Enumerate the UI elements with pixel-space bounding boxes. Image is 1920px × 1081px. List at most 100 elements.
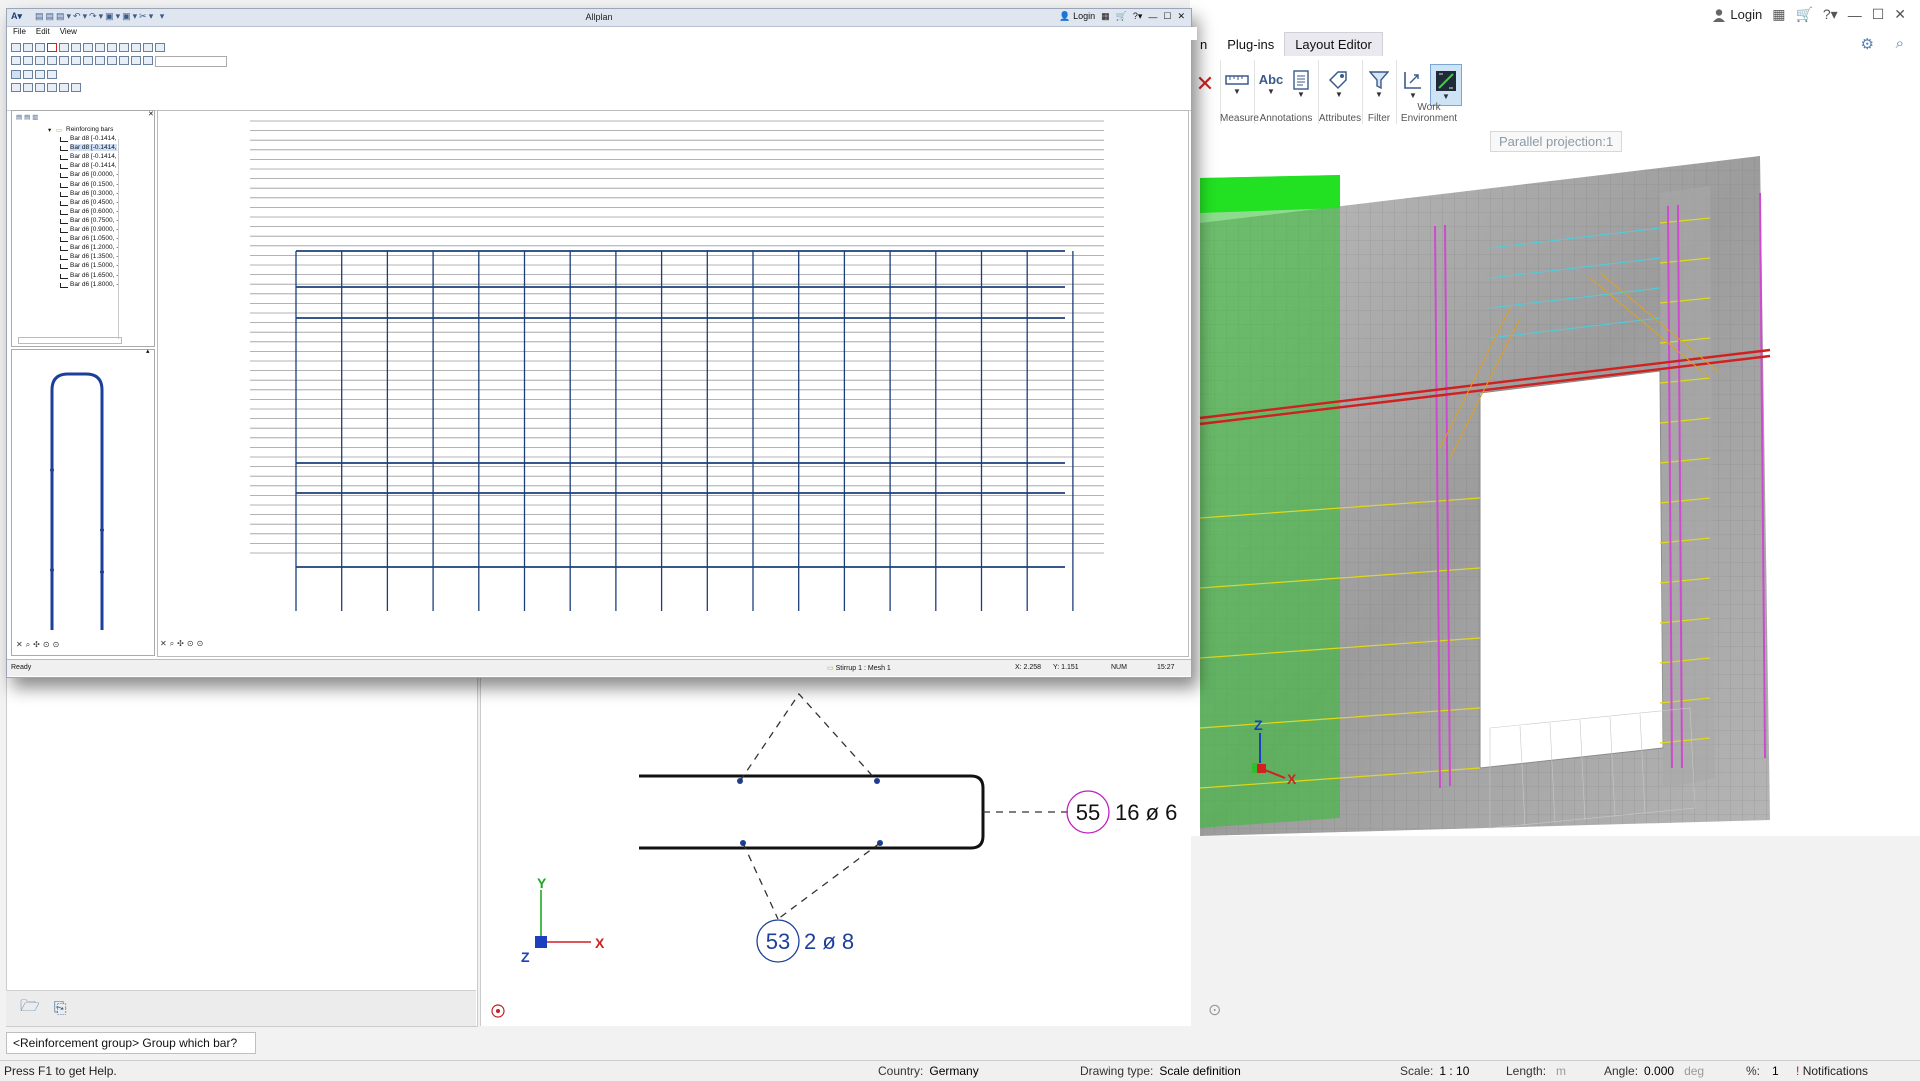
grid-menu-icon[interactable]: ▦ [1772,6,1785,23]
floating-window-titlebar[interactable]: A▾ ▤▤▤▾↶▾↷▾▣▾▣▾✂▾ ▾ Allplan 👤 Login ▦ 🛒 … [7,9,1191,27]
toolbar-button[interactable] [23,43,33,52]
tree-item-bar[interactable]: Bar d6 [0.3000, - [70,190,118,197]
toolbar-button[interactable] [23,56,33,65]
angle-value[interactable]: 0.000 [1644,1064,1674,1078]
toolbar-button[interactable] [143,56,153,65]
filter-icon[interactable]: ▼ [1364,64,1394,104]
export-icon[interactable]: ⎘ [54,1000,67,1018]
minimize-icon[interactable]: — [1148,12,1157,22]
tree-item-bar[interactable]: Bar d6 [1.8000, - [70,281,118,288]
tree-item-bar[interactable]: Bar d6 [0.4500, - [70,199,118,206]
toolbar-button[interactable] [59,43,69,52]
close-icon[interactable]: ✕ [1894,6,1906,23]
help-icon[interactable]: ?▾ [1133,11,1143,22]
toolbar-combo[interactable] [155,56,227,67]
toolbar-button[interactable] [71,83,81,92]
tree-item-bar[interactable]: Bar d6 [0.0000, - [70,171,118,178]
login-button[interactable]: 👤 Login [1059,11,1095,22]
expand-toggle-icon[interactable]: ▾ [48,126,51,134]
toolbar-button[interactable] [119,43,129,52]
delete-x-icon[interactable]: ✕ [1190,64,1220,104]
toolbar-button[interactable] [47,56,57,65]
open-folder-icon[interactable]: 🗁 [20,995,40,1022]
toolbar-button[interactable] [131,56,141,65]
maximize-icon[interactable]: ☐ [1163,11,1171,22]
toolbar-button[interactable] [35,56,45,65]
toolbar-button[interactable] [23,83,33,92]
toolbar-button[interactable] [59,83,69,92]
percent-value[interactable]: 1 [1772,1064,1779,1078]
toolbar-button[interactable] [11,56,21,65]
canvas-view-controls[interactable]: ✕⌕✣⊙⊙ [160,639,206,649]
viewport-navigation-icon[interactable]: ⊙ [1208,1000,1221,1020]
toolbar-button[interactable] [59,56,69,65]
help-icon[interactable]: ?▾ [1823,6,1838,23]
login-button[interactable]: Login [1712,7,1762,22]
tab-layout-editor[interactable]: Layout Editor [1284,32,1383,56]
toolbar-button[interactable] [11,70,21,79]
tab-plug-ins[interactable]: Plug-ins [1217,33,1284,56]
close-icon[interactable]: ✕ [148,111,154,118]
cart-icon[interactable]: 🛒 [1795,6,1812,23]
notifications-button[interactable]: ! Notifications [1796,1064,1868,1078]
toolbar-button[interactable] [71,43,81,52]
mesh-drawing-canvas[interactable]: ✕⌕✣⊙⊙ [157,110,1189,657]
attributes-icon[interactable]: ▼ [1324,64,1354,104]
maximize-icon[interactable]: ☐ [1872,6,1885,23]
close-icon[interactable]: ✕ [1177,11,1185,22]
menu-file[interactable]: File [13,27,26,40]
snap-icon[interactable]: ▼ [1430,64,1462,106]
toolbar-button[interactable] [35,83,45,92]
toolbar-button[interactable] [107,56,117,65]
ruler-icon[interactable]: ▼ [1222,64,1252,104]
cart-icon[interactable]: 🛒 [1116,11,1127,22]
tree-item-bar[interactable]: Bar d6 [0.1500, - [70,181,118,188]
tree-item-bar[interactable]: Bar d6 [0.7500, - [70,217,118,224]
toolbar-button[interactable] [143,43,153,52]
tree-horizontal-scrollbar[interactable] [18,337,122,344]
tree-item-bar[interactable]: Bar d6 [1.6500, - [70,272,118,279]
toolbar-button[interactable] [47,83,57,92]
settings-gear-icon[interactable]: ⚙ [1861,35,1874,53]
search-icon[interactable]: ⌕ [1896,35,1904,52]
detail-viewport[interactable]: 55 16 ø 6 53 2 ø 8 Y X Z [480,676,1191,1026]
toolbar-button[interactable] [155,43,165,52]
tree-item-bar[interactable]: Bar d6 [0.9000, - [70,226,118,233]
toolbar-button[interactable] [95,56,105,65]
toolbar-button[interactable] [83,43,93,52]
toolbar-button[interactable] [11,83,21,92]
drawing-type-value[interactable]: Scale definition [1159,1064,1240,1078]
tree-toolbar[interactable]: ▤▤▥ [16,113,40,121]
toolbar-button[interactable] [107,43,117,52]
3d-viewport[interactable]: Z X [1190,128,1920,836]
country-value[interactable]: Germany [929,1064,978,1078]
scale-value[interactable]: 1 : 10 [1439,1064,1469,1078]
toolbar-button[interactable] [35,70,45,79]
abc-text-icon[interactable]: Abc ▼ [1256,64,1286,104]
toolbar-button[interactable] [119,56,129,65]
tree-item-bar[interactable]: Bar d6 [1.2000, - [70,244,118,251]
tree-scrollbar[interactable] [118,139,125,339]
toolbar-button[interactable] [23,70,33,79]
toolbar-button[interactable] [11,43,21,52]
tree-item-bar[interactable]: Bar d8 [-0.1414, [70,135,117,142]
angle-unit[interactable]: deg [1684,1064,1704,1078]
pin-icon[interactable]: ▴ [146,347,150,355]
preview-view-controls[interactable]: ✕⌕✣⊙⊙ [16,640,62,650]
toolbar-button[interactable] [35,43,45,52]
command-prompt[interactable]: <Reinforcement group> Group which bar? [6,1032,256,1054]
length-unit[interactable]: m [1556,1064,1566,1078]
toolbar-button[interactable] [131,43,141,52]
menu-edit[interactable]: Edit [36,27,50,40]
toolbar-button[interactable] [47,70,57,79]
viewport-projection-label[interactable]: Parallel projection:1 [1490,131,1623,152]
menu-view[interactable]: View [60,27,77,40]
toolbar-button[interactable] [95,43,105,52]
tree-item-bar[interactable]: Bar d8 [-0.1414, [70,153,117,160]
minimize-icon[interactable]: — [1848,7,1862,23]
grid-menu-icon[interactable]: ▦ [1101,11,1110,22]
delete-icon[interactable] [47,43,57,52]
work-environment-icon[interactable]: ▼ [1398,64,1428,104]
tree-root-label[interactable]: Reinforcing bars [66,126,113,133]
tree-item-bar[interactable]: Bar d6 [1.0500, - [70,235,118,242]
